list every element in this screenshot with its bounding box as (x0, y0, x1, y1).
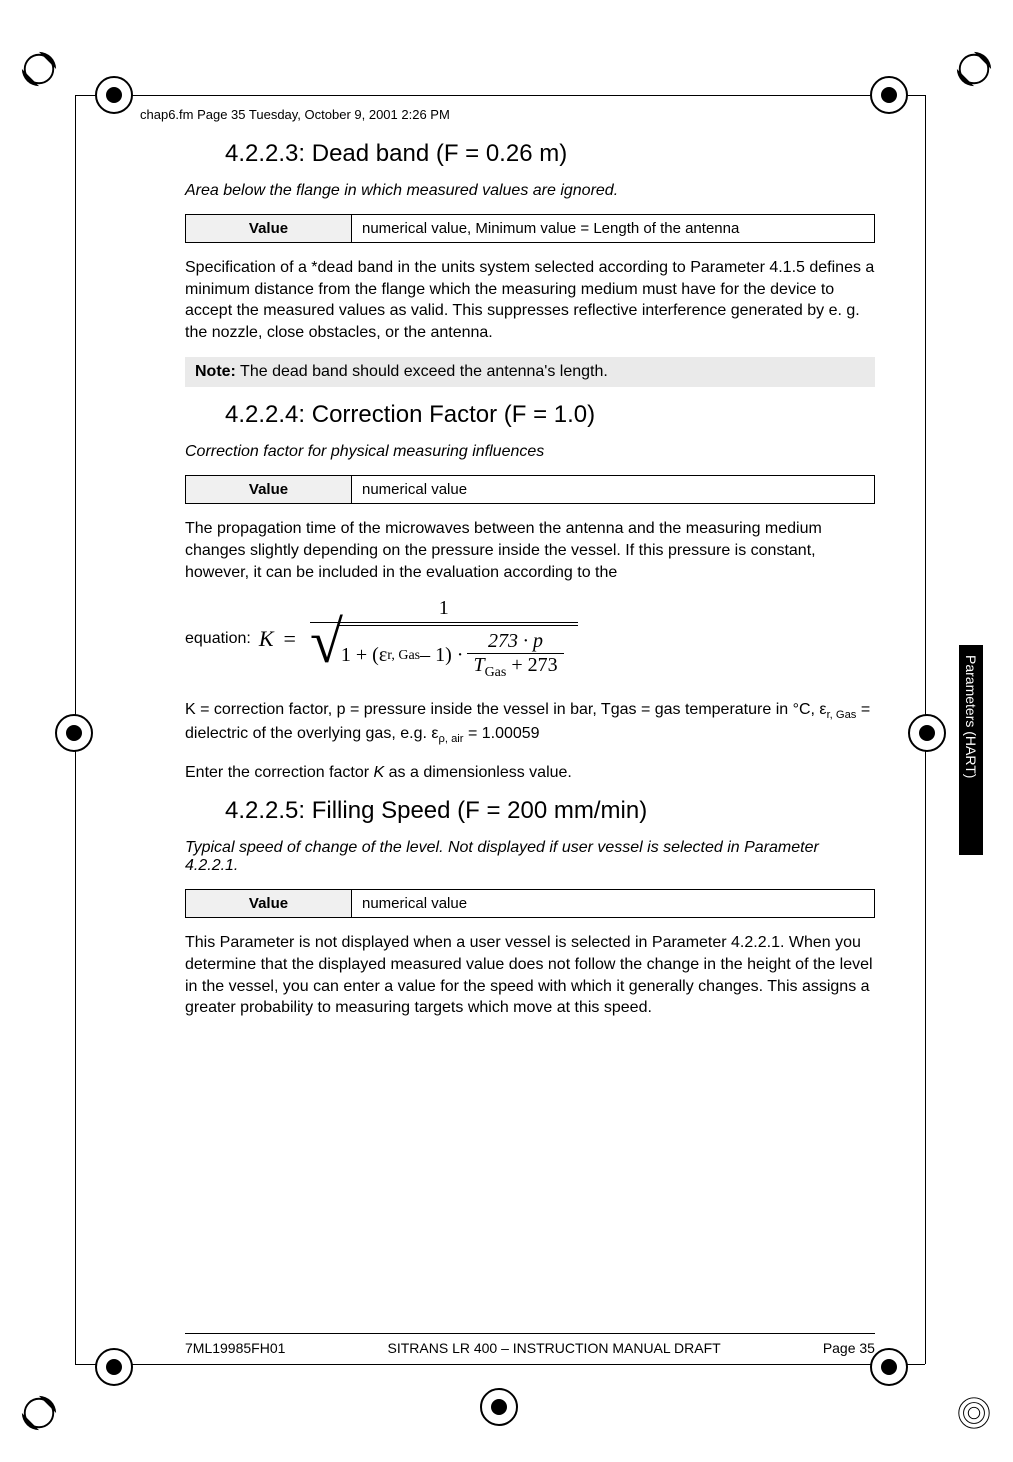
crop-corner-icon (20, 50, 58, 88)
table-label-cell: Value (186, 890, 352, 918)
term: – 1) · (420, 644, 463, 667)
value-table: Value numerical value (185, 889, 875, 918)
equals-sign: = (284, 626, 310, 652)
note-label: Note: (195, 363, 236, 380)
section-description: Area below the flange in which measured … (185, 182, 875, 200)
crop-corner-icon (955, 1394, 993, 1432)
body-text: Enter the correction factor K as a dimen… (185, 762, 875, 784)
variable-K: K (255, 626, 284, 652)
body-text: Specification of a *dead band in the uni… (185, 257, 875, 343)
footer-left: 7ML19985FH01 (185, 1340, 285, 1356)
crop-corner-icon (20, 1394, 58, 1432)
section-heading: 4.2.2.4: Correction Factor (F = 1.0) (225, 401, 875, 429)
crop-corner-icon (955, 50, 993, 88)
section-description: Typical speed of change of the level. No… (185, 839, 875, 875)
registration-mark-icon (95, 1348, 133, 1386)
section-heading: 4.2.2.3: Dead band (F = 0.26 m) (225, 140, 875, 168)
body-text: K = correction factor, p = pressure insi… (185, 699, 875, 748)
table-value-cell: numerical value (352, 890, 875, 918)
section-description: Correction factor for physical measuring… (185, 443, 875, 461)
registration-mark-icon (55, 714, 93, 752)
square-root: √ 1 + (εr, Gas – 1) · 273 · p TGas + 273 (310, 625, 578, 681)
inner-denominator: TGas + 273 (467, 654, 563, 681)
footer-right: Page 35 (823, 1340, 875, 1356)
table-label-cell: Value (186, 215, 352, 243)
registration-mark-icon (870, 1348, 908, 1386)
section-heading: 4.2.2.5: Filling Speed (F = 200 mm/min) (225, 797, 875, 825)
footer: 7ML19985FH01 SITRANS LR 400 – INSTRUCTIO… (185, 1333, 875, 1356)
table-label-cell: Value (186, 476, 352, 504)
subscript: r, Gas (387, 648, 420, 664)
equation-label: equation: (185, 630, 255, 648)
body-text: This Parameter is not displayed when a u… (185, 932, 875, 1018)
equation: equation: K = 1 √ 1 + (εr, Gas – 1) · 27… (185, 597, 875, 681)
table-value-cell: numerical value (352, 476, 875, 504)
value-table: Value numerical value, Minimum value = L… (185, 214, 875, 243)
registration-mark-icon (95, 76, 133, 114)
fraction: 1 √ 1 + (εr, Gas – 1) · 273 · p TGas + 2… (310, 597, 578, 681)
radical-icon: √ (310, 618, 343, 674)
note-box: Note: The dead band should exceed the an… (185, 357, 875, 387)
inner-fraction: 273 · p TGas + 273 (467, 630, 563, 681)
side-tab: Parameters (HART) (959, 645, 983, 855)
registration-mark-icon (870, 76, 908, 114)
term: 1 + (ε (341, 644, 387, 667)
registration-mark-icon (908, 714, 946, 752)
note-text: The dead band should exceed the antenna'… (236, 363, 608, 380)
body-text: The propagation time of the microwaves b… (185, 518, 875, 583)
table-value-cell: numerical value, Minimum value = Length … (352, 215, 875, 243)
numerator: 1 (431, 597, 457, 622)
inner-numerator: 273 · p (482, 630, 549, 653)
registration-mark-icon (480, 1388, 518, 1426)
value-table: Value numerical value (185, 475, 875, 504)
frame-header: chap6.fm Page 35 Tuesday, October 9, 200… (140, 107, 450, 122)
footer-center: SITRANS LR 400 – INSTRUCTION MANUAL DRAF… (388, 1340, 721, 1356)
